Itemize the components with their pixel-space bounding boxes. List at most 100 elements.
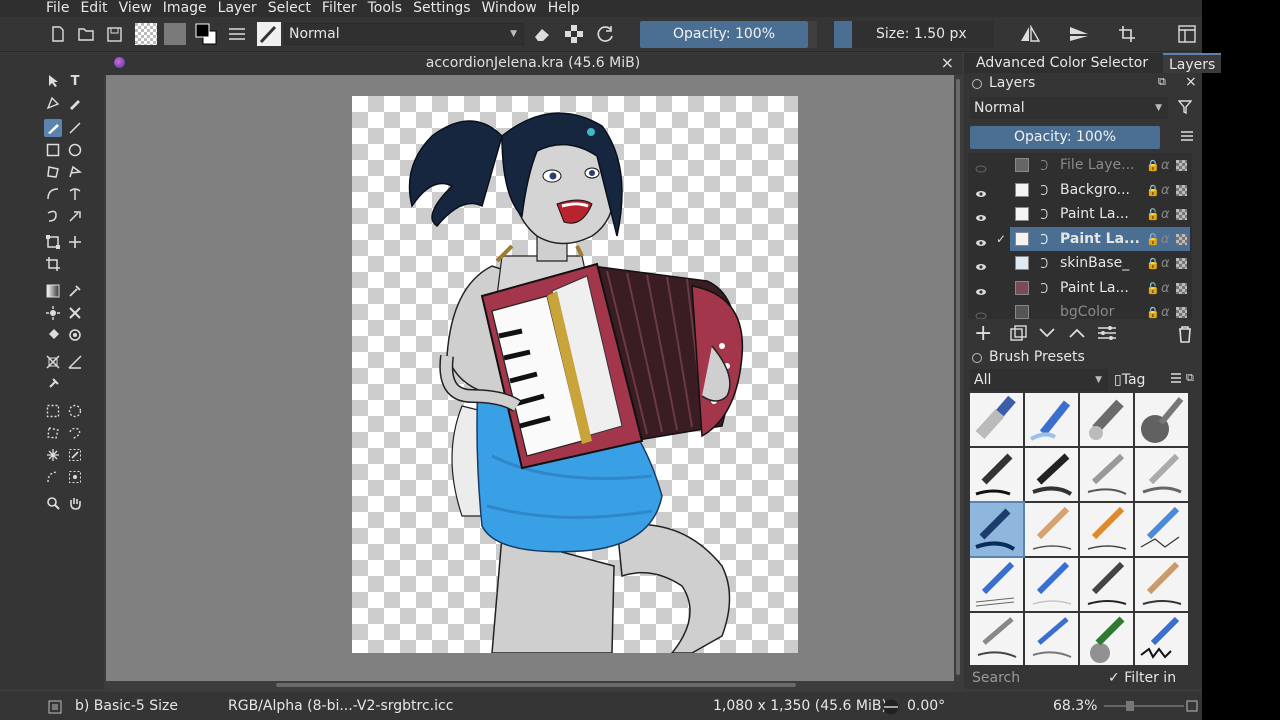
- menu-edit[interactable]: Edit: [80, 0, 107, 17]
- gradient-tool-icon[interactable]: [44, 282, 62, 300]
- alpha-icon[interactable]: α: [1161, 281, 1170, 296]
- lock-icon[interactable]: 🔒: [1146, 159, 1160, 172]
- brush-preset-fineliner[interactable]: [1080, 448, 1133, 501]
- menu-help[interactable]: Help: [548, 0, 580, 17]
- pattern-swatch-icon[interactable]: [163, 23, 187, 45]
- enclose-fill-icon[interactable]: [66, 326, 84, 344]
- filter-icon[interactable]: [1177, 99, 1193, 119]
- rotation-icon[interactable]: [880, 699, 902, 719]
- inherit-alpha-icon[interactable]: [1176, 306, 1187, 318]
- layer-row[interactable]: Paint La... 🔓 α: [968, 202, 1192, 226]
- artboard[interactable]: [352, 96, 798, 653]
- lock-icon[interactable]: 🔒: [1146, 257, 1160, 270]
- new-document-icon[interactable]: [49, 23, 67, 45]
- brush-preset-ink-black[interactable]: [970, 448, 1023, 501]
- text-tool-icon[interactable]: T: [66, 72, 84, 90]
- brush-preset-pencil-tan[interactable]: [1135, 558, 1188, 611]
- multibrush-icon[interactable]: [66, 207, 84, 225]
- polyline-tool-icon[interactable]: [66, 163, 84, 181]
- brush-preset-texture[interactable]: [1025, 613, 1078, 665]
- assistant-tool-icon[interactable]: [44, 353, 62, 371]
- bezier-select-icon[interactable]: [44, 468, 62, 486]
- mirror-horizontal-icon[interactable]: [1019, 23, 1041, 45]
- alpha-icon[interactable]: α: [1161, 232, 1170, 247]
- brush-tag-select[interactable]: All ▼: [970, 369, 1108, 391]
- menu-settings[interactable]: Settings: [413, 0, 470, 17]
- lock-icon[interactable]: 🔓: [1146, 208, 1160, 221]
- alpha-icon[interactable]: α: [1161, 256, 1170, 271]
- size-slider-fill[interactable]: [834, 21, 852, 48]
- brush-preset-pencil-sketch[interactable]: [970, 558, 1023, 611]
- menu-view[interactable]: View: [119, 0, 152, 17]
- inherit-alpha-icon[interactable]: [1176, 282, 1187, 294]
- edit-shapes-icon[interactable]: [44, 94, 62, 112]
- canvas-area[interactable]: [106, 75, 954, 681]
- brush-settings-icon[interactable]: [227, 23, 247, 45]
- brush-preset-pencil-light[interactable]: [1025, 558, 1078, 611]
- alpha-icon[interactable]: α: [1161, 207, 1170, 222]
- menu-layer[interactable]: Layer: [218, 0, 257, 17]
- eye-icon[interactable]: [975, 284, 987, 295]
- bezier-tool-icon[interactable]: [44, 185, 62, 203]
- lock-icon[interactable]: 🔓: [1146, 233, 1160, 246]
- zoom-icon[interactable]: [44, 494, 62, 512]
- brush-preset-brush-soft[interactable]: [1135, 448, 1188, 501]
- brush-preset-pencil-blue[interactable]: [1135, 503, 1188, 556]
- colorize-mask-icon[interactable]: [44, 304, 62, 322]
- color-picker-icon[interactable]: [66, 282, 84, 300]
- inherit-alpha-icon[interactable]: [1176, 233, 1187, 245]
- ellipse-select-icon[interactable]: [66, 402, 84, 420]
- add-layer-icon[interactable]: +: [974, 323, 992, 345]
- dynamic-brush-icon[interactable]: [44, 207, 62, 225]
- tab-advanced-color-selector[interactable]: Advanced Color Selector: [970, 53, 1154, 73]
- layer-blend-mode-select[interactable]: Normal ▼: [970, 97, 1168, 119]
- alpha-icon[interactable]: α: [1161, 305, 1170, 320]
- menu-file[interactable]: File: [46, 0, 69, 17]
- measure-tool-icon[interactable]: [66, 353, 84, 371]
- save-icon[interactable]: [105, 23, 123, 45]
- checkmark-icon[interactable]: ✓: [996, 232, 1006, 246]
- brush-preset-pencil-dark[interactable]: [1080, 558, 1133, 611]
- opacity-slider[interactable]: Opacity: 100%: [640, 21, 808, 48]
- move-tool-icon[interactable]: [66, 233, 84, 251]
- wrap-around-icon[interactable]: [1116, 23, 1138, 45]
- alpha-icon[interactable]: α: [1161, 183, 1170, 198]
- freehand-path-icon[interactable]: [66, 185, 84, 203]
- freehand-select-icon[interactable]: [66, 424, 84, 442]
- layer-row[interactable]: bgColor 🔒 α: [968, 300, 1192, 319]
- menu-select[interactable]: Select: [268, 0, 311, 17]
- brush-preset-eraser[interactable]: [970, 393, 1023, 446]
- select-shapes-icon[interactable]: [44, 72, 62, 90]
- tag-button[interactable]: ▯Tag: [1114, 369, 1145, 391]
- brush-preset-icon[interactable]: [256, 22, 282, 46]
- calligraphy-icon[interactable]: [66, 94, 84, 112]
- brush-status-icon[interactable]: [48, 700, 62, 718]
- fill-tool-icon[interactable]: [44, 326, 62, 344]
- workspace-icon[interactable]: [1176, 23, 1198, 45]
- move-layer-up-icon[interactable]: [1068, 325, 1086, 343]
- line-tool-icon[interactable]: [66, 119, 84, 137]
- zoom-level[interactable]: 68.3%: [1053, 698, 1097, 714]
- rect-select-icon[interactable]: [44, 402, 62, 420]
- polygon-select-icon[interactable]: [44, 424, 62, 442]
- fit-view-icon[interactable]: [1186, 700, 1198, 716]
- brush-preset-bristles[interactable]: [1135, 613, 1188, 665]
- duplicate-layer-icon[interactable]: [1010, 325, 1028, 345]
- fg-bg-color-icon[interactable]: [193, 23, 219, 45]
- ellipse-tool-icon[interactable]: [66, 141, 84, 159]
- hidden-eye-icon[interactable]: [975, 308, 987, 319]
- close-icon[interactable]: ×: [941, 53, 954, 73]
- eye-icon[interactable]: [975, 186, 987, 197]
- tab-layers[interactable]: Layers: [1163, 53, 1222, 73]
- rectangle-tool-icon[interactable]: [44, 141, 62, 159]
- layer-row[interactable]: skinBase_ 🔒 α: [968, 251, 1192, 275]
- menu-tools[interactable]: Tools: [368, 0, 403, 17]
- crop-tool-icon[interactable]: [44, 255, 62, 273]
- eraser-icon[interactable]: [532, 23, 552, 45]
- layer-properties-icon[interactable]: [1097, 325, 1117, 345]
- inherit-alpha-icon[interactable]: [1176, 184, 1187, 196]
- eye-icon[interactable]: [975, 259, 987, 270]
- mirror-vertical-icon[interactable]: [1068, 23, 1090, 45]
- float-panel-icon[interactable]: ⧉: [1158, 75, 1166, 89]
- pan-hand-icon[interactable]: [66, 494, 84, 512]
